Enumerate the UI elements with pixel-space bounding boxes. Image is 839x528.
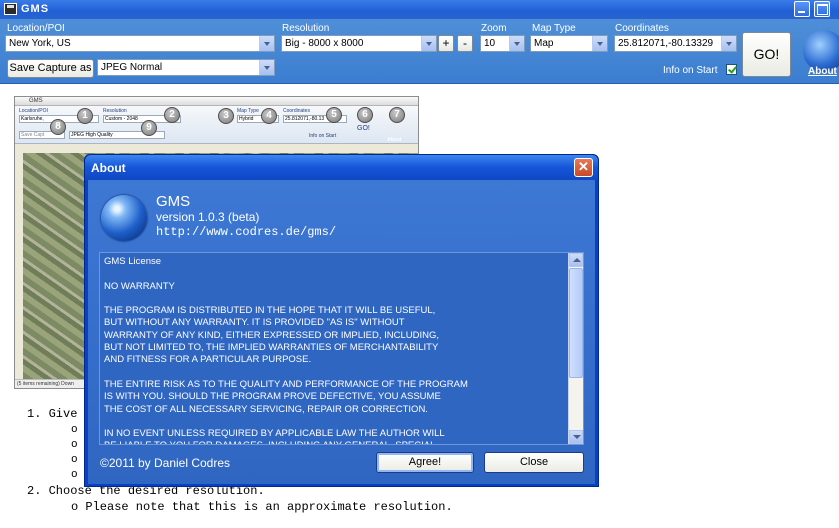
preview-location-label: Location/POI: [19, 108, 48, 114]
preview-titlebar: GMS: [15, 97, 418, 106]
step-1-text: 1. Give: [27, 407, 78, 421]
coordinates-combobox[interactable]: 25.812071,-80.13329: [614, 35, 737, 52]
about-dialog-body: GMS version 1.0.3 (beta) http://www.codr…: [88, 180, 595, 484]
app-url[interactable]: http://www.codres.de/gms/: [156, 225, 336, 239]
info-on-start-checkbox[interactable]: [726, 64, 737, 75]
about-dialog-titlebar: About: [85, 155, 598, 180]
location-combobox[interactable]: New York, US: [5, 35, 275, 52]
chevron-down-icon[interactable]: [259, 60, 274, 75]
window-titlebar: GMS: [0, 0, 839, 19]
scroll-up-arrow-icon[interactable]: [569, 253, 583, 267]
resolution-value: Big - 8000 x 8000: [285, 38, 364, 49]
resolution-label: Resolution: [282, 23, 330, 34]
preview-go-button: GO!: [357, 125, 370, 132]
close-button[interactable]: Close: [484, 452, 584, 473]
step-1-bullet: o: [71, 454, 78, 466]
globe-icon: [101, 195, 147, 241]
save-capture-button[interactable]: Save Capture as: [7, 59, 94, 78]
preview-maptype-label: Map Type: [237, 108, 259, 114]
resolution-increase-button[interactable]: +: [438, 35, 454, 52]
chevron-down-icon[interactable]: [259, 36, 274, 51]
step-1-bullet: o: [71, 439, 78, 451]
go-button[interactable]: GO!: [742, 32, 791, 77]
format-value: JPEG Normal: [101, 62, 163, 73]
preview-info-label: Info on Start: [309, 133, 337, 139]
maptype-label: Map Type: [532, 23, 576, 34]
chevron-down-icon[interactable]: [592, 36, 607, 51]
minimize-button[interactable]: [794, 1, 810, 17]
coordinates-value: 25.812071,-80.13329: [618, 38, 714, 49]
format-combobox[interactable]: JPEG Normal: [97, 59, 275, 76]
license-text: GMS License NO WARRANTY THE PROGRAM IS D…: [104, 256, 468, 444]
coordinates-label: Coordinates: [615, 23, 669, 34]
location-value: New York, US: [9, 38, 71, 49]
zoom-label: Zoom: [481, 23, 507, 34]
maptype-value: Map: [534, 38, 554, 49]
chevron-down-icon[interactable]: [421, 36, 436, 51]
marker-1: 1: [77, 108, 93, 124]
chevron-down-icon[interactable]: [509, 36, 524, 51]
maximize-button[interactable]: [814, 1, 830, 17]
step-1-bullet: o: [71, 424, 78, 436]
resolution-decrease-button[interactable]: -: [457, 35, 473, 52]
marker-5: 5: [326, 107, 342, 123]
preview-title: GMS: [29, 98, 43, 104]
step-1-bullet: o: [71, 469, 78, 481]
toolbar: Location/POI New York, US Resolution Big…: [0, 19, 839, 84]
scroll-down-arrow-icon[interactable]: [569, 430, 583, 444]
license-scrollbar[interactable]: [568, 253, 583, 444]
zoom-combobox[interactable]: 10: [480, 35, 525, 52]
app-version: version 1.0.3 (beta): [156, 210, 260, 224]
marker-7: 7: [389, 107, 405, 123]
marker-9: 9: [141, 120, 157, 136]
preview-resolution-label: Resolution: [103, 108, 127, 114]
floppy-disk-icon: [4, 3, 17, 15]
close-icon[interactable]: ✕: [574, 158, 593, 177]
app-name: GMS: [156, 193, 191, 210]
resolution-combobox[interactable]: Big - 8000 x 8000: [281, 35, 437, 52]
step-2-note: o Please note that this is an approximat…: [71, 500, 453, 514]
window-title: GMS: [21, 3, 50, 15]
marker-4: 4: [261, 108, 277, 124]
marker-6: 6: [357, 107, 373, 123]
maptype-combobox[interactable]: Map: [530, 35, 608, 52]
info-on-start-label: Info on Start: [663, 65, 718, 76]
license-textbox[interactable]: GMS License NO WARRANTY THE PROGRAM IS D…: [99, 252, 584, 445]
scroll-thumb[interactable]: [569, 268, 583, 378]
marker-8: 8: [50, 119, 66, 135]
marker-3: 3: [218, 108, 234, 124]
chevron-down-icon[interactable]: [721, 36, 736, 51]
preview-coords-label: Coordinates: [283, 108, 310, 114]
agree-button[interactable]: Agree!: [376, 452, 474, 473]
about-link[interactable]: About: [808, 66, 837, 77]
location-label: Location/POI: [7, 23, 65, 34]
marker-2: 2: [164, 107, 180, 123]
zoom-value: 10: [484, 38, 496, 49]
preview-about-label: About: [387, 137, 402, 143]
about-dialog-title: About: [91, 161, 126, 175]
about-dialog: About ✕ GMS version 1.0.3 (beta) http://…: [84, 154, 599, 487]
copyright-text: ©2011 by Daniel Codres: [100, 456, 231, 470]
